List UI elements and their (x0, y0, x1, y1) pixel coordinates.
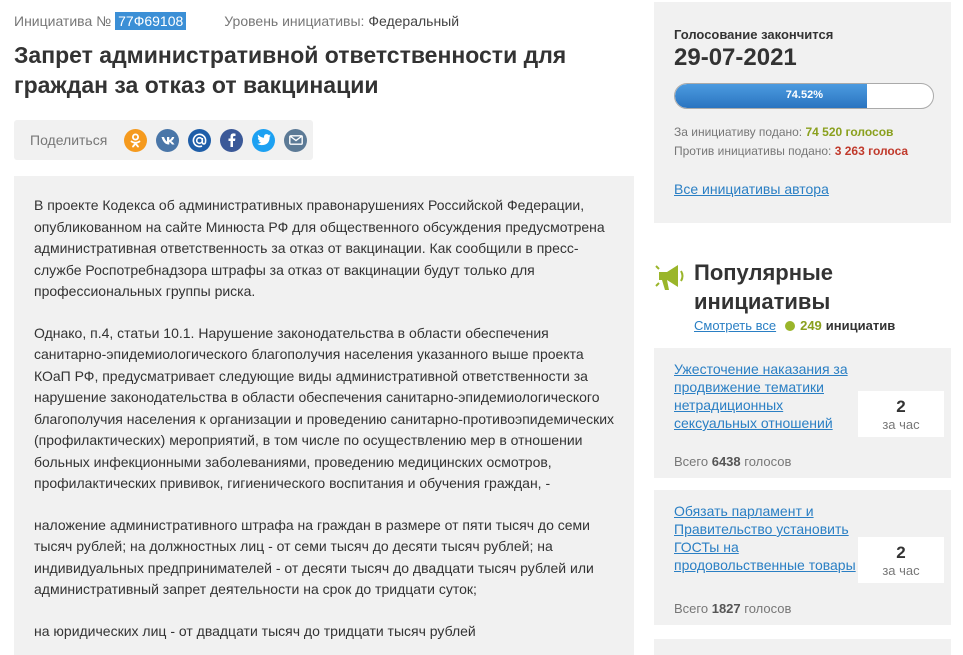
popular-card: Обязать парламент и Правительство устано… (654, 490, 951, 625)
popular-card-title[interactable]: Обязать парламент и Правительство устано… (674, 502, 859, 574)
share-label: Поделиться (30, 132, 108, 148)
votes-for: За инициативу подано: 74 520 голосов (674, 125, 893, 139)
total-label: Всего (674, 601, 709, 616)
twitter-icon[interactable] (252, 128, 276, 152)
share-bar: Поделиться (14, 120, 313, 160)
mail-ru-icon[interactable] (188, 128, 212, 152)
popular-title: Популярные инициативы (694, 260, 834, 314)
voting-end-date: 29-07-2021 (674, 44, 797, 71)
popular-card-partial (654, 639, 951, 655)
megaphone-icon (654, 260, 688, 294)
popular-count: 249 (800, 318, 822, 333)
votes-against-label: Против инициативы подано: (674, 144, 832, 158)
count-dot-icon (785, 320, 796, 331)
description-paragraph: наложение административного штрафа на гр… (34, 516, 594, 598)
initiative-number-label: Инициатива № (14, 13, 112, 29)
voting-ends-label: Голосование закончится (674, 27, 834, 42)
votes-against: Против инициативы подано: 3 263 голоса (674, 144, 908, 158)
initiative-level-label: Уровень инициативы: (224, 13, 365, 29)
initiative-number: 77Ф69108 (115, 12, 187, 30)
rate-value: 2 (896, 543, 906, 562)
total-unit: голосов (744, 454, 792, 469)
votes-for-value: 74 520 голосов (805, 125, 894, 139)
rate-unit: за час (882, 563, 920, 578)
initiative-level-value: Федеральный (368, 13, 460, 29)
popular-subheader: Смотреть все 249 инициатив (694, 318, 895, 333)
popular-count-label: инициатив (825, 318, 896, 333)
email-icon[interactable] (284, 128, 308, 152)
total-votes: Всего 1827 голосов (674, 601, 791, 616)
odnoklassniki-icon[interactable] (124, 128, 148, 152)
popular-card-title[interactable]: Ужесточение наказания за продвижение тем… (674, 360, 859, 432)
voting-panel: Голосование закончится 29-07-2021 74.52%… (654, 2, 951, 223)
rate-value: 2 (896, 397, 906, 416)
vk-icon[interactable] (156, 128, 180, 152)
rate-box: 2 за час (858, 391, 944, 437)
total-value: 6438 (711, 454, 741, 469)
description-paragraph: на юридических лиц - от двадцати тысяч д… (34, 622, 476, 639)
page-title: Запрет административной ответственности … (14, 42, 567, 98)
votes-against-value: 3 263 голоса (834, 144, 909, 158)
author-initiatives-link[interactable]: Все инициативы автора (674, 181, 829, 197)
total-label: Всего (674, 454, 709, 469)
rate-box: 2 за час (858, 537, 944, 583)
total-unit: голосов (744, 601, 792, 616)
voting-progress-percent: 74.52% (785, 89, 823, 101)
voting-progress-bar: 74.52% (674, 83, 934, 109)
popular-card: Ужесточение наказания за продвижение тем… (654, 348, 951, 478)
votes-for-label: За инициативу подано: (674, 125, 803, 139)
total-votes: Всего 6438 голосов (674, 454, 791, 469)
initiative-description: В проекте Кодекса об административных пр… (14, 176, 634, 655)
description-paragraph: Однако, п.4, статьи 10.1. Нарушение зако… (34, 324, 615, 492)
initiative-level: Уровень инициативы: Федеральный (224, 13, 459, 29)
description-paragraph: В проекте Кодекса об административных пр… (34, 197, 605, 299)
rate-unit: за час (882, 417, 920, 432)
total-value: 1827 (711, 601, 741, 616)
see-all-link[interactable]: Смотреть все (694, 318, 776, 333)
initiative-meta: Инициатива № 77Ф69108 Уровень инициативы… (14, 12, 459, 30)
facebook-icon[interactable] (220, 128, 244, 152)
